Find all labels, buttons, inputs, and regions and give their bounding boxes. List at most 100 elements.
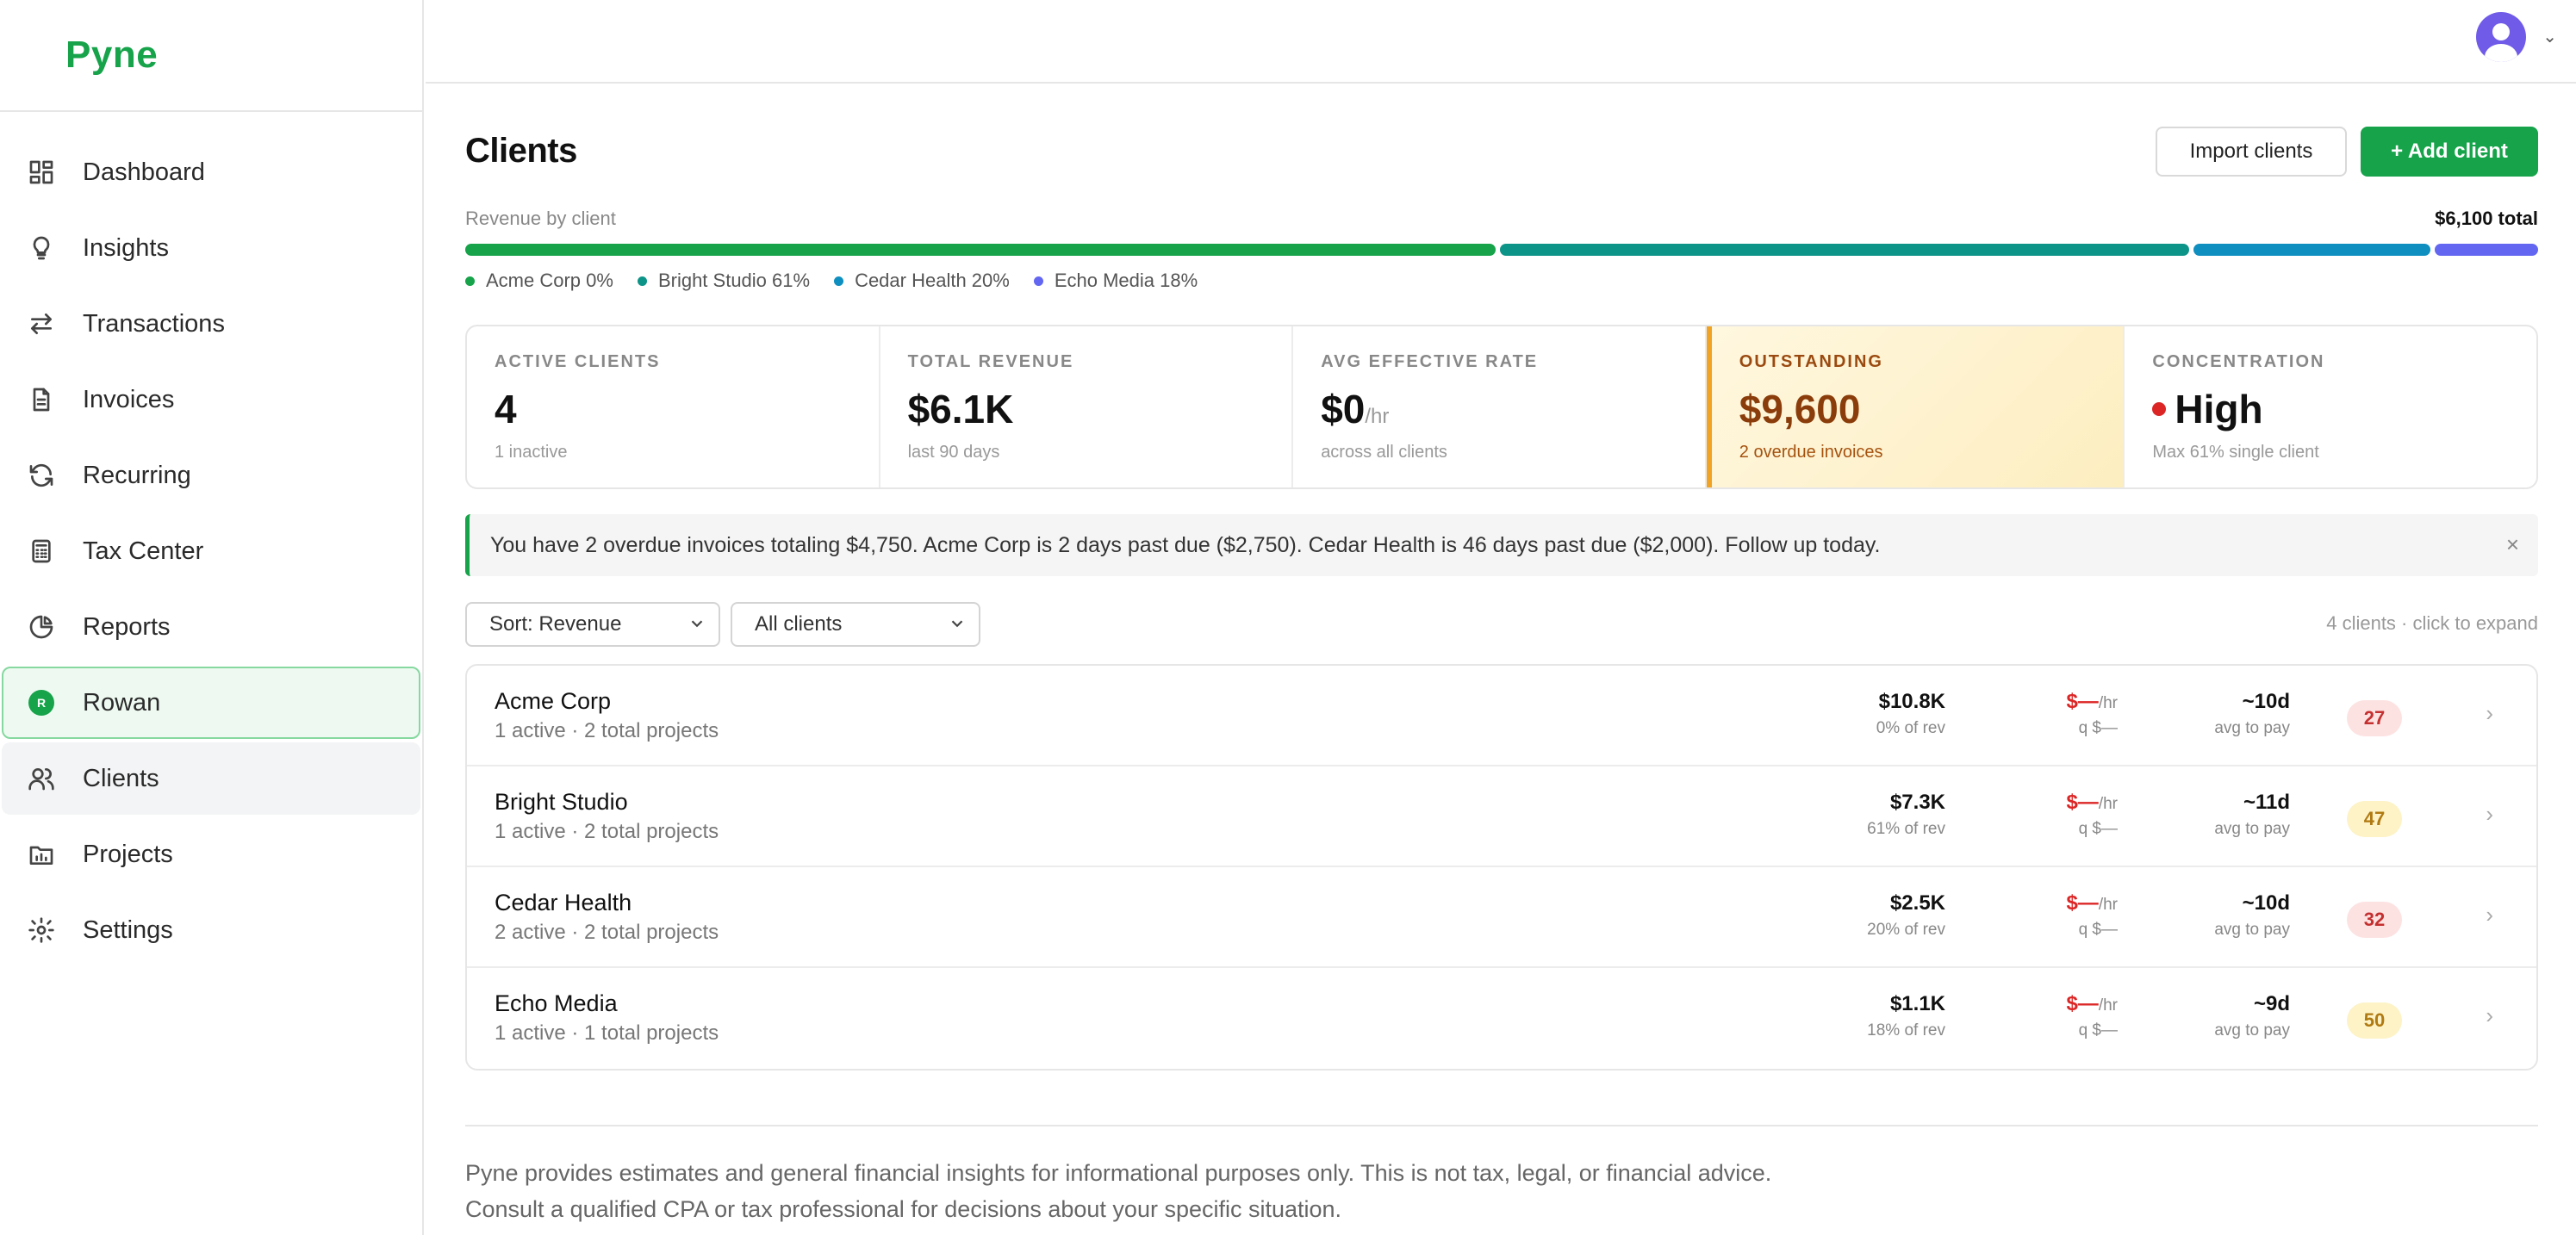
- sidebar-item-projects[interactable]: Projects: [2, 818, 420, 891]
- user-avatar[interactable]: [2476, 12, 2526, 62]
- client-pay-time: ~11d avg to pay: [2214, 791, 2290, 839]
- revenue-share: 18% of rev: [1867, 1021, 1945, 1040]
- sidebar-nav: Dashboard Insights Transactions Invoices…: [0, 112, 422, 966]
- client-filter-select[interactable]: All clients: [731, 602, 980, 647]
- revenue-amount: $10.8K: [1878, 690, 1945, 713]
- sidebar-item-insights[interactable]: Insights: [2, 212, 420, 284]
- chevron-down-icon[interactable]: ⌄: [2542, 26, 2557, 47]
- stat-sub: across all clients: [1321, 443, 1447, 462]
- client-projects: 1 active · 2 total projects: [495, 719, 719, 742]
- stat-sub: last 90 days: [907, 443, 1000, 462]
- client-row[interactable]: Acme Corp 1 active · 2 total projects $1…: [467, 666, 2536, 766]
- sidebar-item-tax-center[interactable]: Tax Center: [2, 515, 420, 587]
- status-dot-icon: [2152, 401, 2167, 416]
- legend-dot: [637, 276, 647, 286]
- sidebar-item-recurring[interactable]: Recurring: [2, 439, 420, 512]
- client-row[interactable]: Bright Studio 1 active · 2 total project…: [467, 766, 2536, 867]
- app-logo[interactable]: Pyne: [65, 34, 158, 77]
- client-name: Cedar Health: [495, 890, 632, 915]
- revenue-segment-echo: [2435, 244, 2538, 256]
- sidebar-item-rowan[interactable]: R Rowan: [2, 667, 420, 739]
- rate-unit: /hr: [2098, 694, 2118, 712]
- client-projects: 1 active · 1 total projects: [495, 1021, 719, 1045]
- rate-value: $—/hr: [2066, 891, 2118, 915]
- pay-days: ~10d: [2242, 690, 2290, 713]
- pay-days: ~11d: [2243, 791, 2290, 814]
- pay-days: ~10d: [2242, 891, 2290, 915]
- rate-q: q $—: [2078, 820, 2118, 838]
- revenue-segment-bright: [1499, 244, 2190, 256]
- import-clients-button[interactable]: Import clients: [2156, 127, 2347, 177]
- client-projects: 1 active · 2 total projects: [495, 820, 719, 843]
- stat-value: $9,600: [1739, 387, 1861, 431]
- alert-text: You have 2 overdue invoices totaling $4,…: [490, 532, 1881, 557]
- sort-select[interactable]: Sort: Revenue: [465, 602, 720, 647]
- rate-amount: $—: [2066, 891, 2099, 915]
- sidebar-item-settings[interactable]: Settings: [2, 894, 420, 966]
- sidebar-item-invoices[interactable]: Invoices: [2, 363, 420, 436]
- client-name: Bright Studio: [495, 789, 628, 815]
- client-filter-value: All clients: [755, 612, 843, 636]
- revenue-share: 0% of rev: [1876, 719, 1945, 737]
- rowan-badge-icon: R: [26, 687, 57, 718]
- rate-q: q $—: [2078, 719, 2118, 737]
- chevron-right-icon: ›: [2486, 1002, 2493, 1028]
- rate-unit: /hr: [2098, 896, 2118, 914]
- client-score-badge: 47: [2347, 801, 2402, 837]
- stat-total-revenue: TOTAL REVENUE $6.1K last 90 days: [880, 326, 1294, 487]
- chevron-down-icon: [948, 614, 967, 633]
- chevron-right-icon: ›: [2486, 902, 2493, 928]
- sidebar-item-clients[interactable]: Clients: [2, 742, 420, 815]
- revenue-amount: $2.5K: [1889, 891, 1945, 915]
- dashboard-icon: [26, 157, 57, 188]
- legend-label: Acme Corp 0%: [486, 270, 613, 291]
- client-projects: 2 active · 2 total projects: [495, 921, 719, 944]
- arrows-swap-icon: [26, 308, 57, 339]
- sidebar-item-reports[interactable]: Reports: [2, 591, 420, 663]
- rate-q: q $—: [2078, 1021, 2118, 1040]
- calculator-icon: [26, 536, 57, 567]
- stat-outstanding[interactable]: OUTSTANDING $9,600 2 overdue invoices: [1706, 326, 2125, 487]
- overdue-alert: You have 2 overdue invoices totaling $4,…: [465, 514, 2538, 576]
- sidebar-item-transactions[interactable]: Transactions: [2, 288, 420, 360]
- client-pay-time: ~10d avg to pay: [2214, 690, 2290, 738]
- revenue-share: 61% of rev: [1867, 820, 1945, 838]
- stat-key: ACTIVE CLIENTS: [495, 352, 661, 371]
- client-score-badge: 27: [2347, 700, 2402, 736]
- revenue-amount: $7.3K: [1889, 791, 1945, 814]
- revenue-total: $6,100 total: [2435, 208, 2538, 229]
- rate-unit: /hr: [2098, 996, 2118, 1015]
- pay-label: avg to pay: [2214, 719, 2290, 737]
- gear-icon: [26, 915, 57, 946]
- stat-value: $0/hr: [1321, 386, 1705, 432]
- sidebar-item-label: Reports: [83, 612, 171, 641]
- stat-value: $6.1K: [907, 387, 1014, 431]
- rate-amount: $—: [2066, 690, 2099, 713]
- revenue-amount: $1.1K: [1889, 992, 1945, 1015]
- add-client-button[interactable]: + Add client: [2361, 127, 2538, 177]
- client-name: Acme Corp: [495, 688, 612, 714]
- avatar-head: [2492, 23, 2510, 40]
- client-rate: $—/hr q $—: [2066, 992, 2118, 1040]
- client-score-badge: 32: [2347, 902, 2402, 938]
- rate-value: $—/hr: [2066, 992, 2118, 1016]
- sidebar-item-dashboard[interactable]: Dashboard: [2, 136, 420, 208]
- chevron-down-icon: [688, 614, 706, 633]
- top-bar: ⌄: [426, 0, 2576, 84]
- client-row[interactable]: Cedar Health 2 active · 2 total projects…: [467, 867, 2536, 968]
- rate-q: q $—: [2078, 921, 2118, 939]
- stat-value: 4: [495, 387, 517, 431]
- sort-select-value: Sort: Revenue: [489, 612, 622, 636]
- legend-label: Bright Studio 61%: [657, 270, 811, 291]
- revenue-segment-cedar: [2193, 244, 2431, 256]
- document-icon: [26, 384, 57, 415]
- client-rate: $—/hr q $—: [2066, 891, 2118, 940]
- users-icon: [26, 763, 57, 794]
- stat-key: CONCENTRATION: [2152, 352, 2325, 371]
- client-score-badge: 50: [2347, 1002, 2402, 1039]
- rate-unit: /hr: [2098, 795, 2118, 813]
- footer-divider: [465, 1125, 2538, 1126]
- pay-days: ~9d: [2253, 992, 2290, 1015]
- client-row[interactable]: Echo Media 1 active · 1 total projects $…: [467, 968, 2536, 1069]
- close-icon[interactable]: ×: [2506, 531, 2519, 558]
